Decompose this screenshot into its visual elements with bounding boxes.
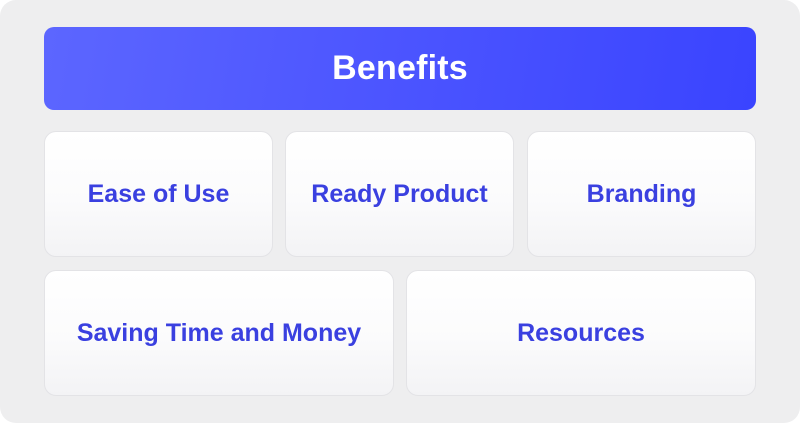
- benefit-label: Ease of Use: [87, 179, 230, 208]
- header-title: Benefits: [332, 49, 468, 87]
- benefits-header: Benefits: [44, 27, 756, 110]
- benefit-card-ease-of-use: Ease of Use: [44, 131, 273, 257]
- benefit-card-resources: Resources: [406, 270, 756, 396]
- benefit-label: Saving Time and Money: [76, 318, 362, 347]
- benefit-label: Ready Product: [311, 179, 488, 208]
- benefit-card-saving-time-and-money: Saving Time and Money: [44, 270, 394, 396]
- benefit-label: Branding: [586, 179, 697, 208]
- benefit-card-ready-product: Ready Product: [285, 131, 514, 257]
- benefit-card-branding: Branding: [527, 131, 756, 257]
- benefits-panel: Benefits Ease of Use Ready Product Brand…: [0, 0, 800, 423]
- benefit-label: Resources: [517, 318, 645, 347]
